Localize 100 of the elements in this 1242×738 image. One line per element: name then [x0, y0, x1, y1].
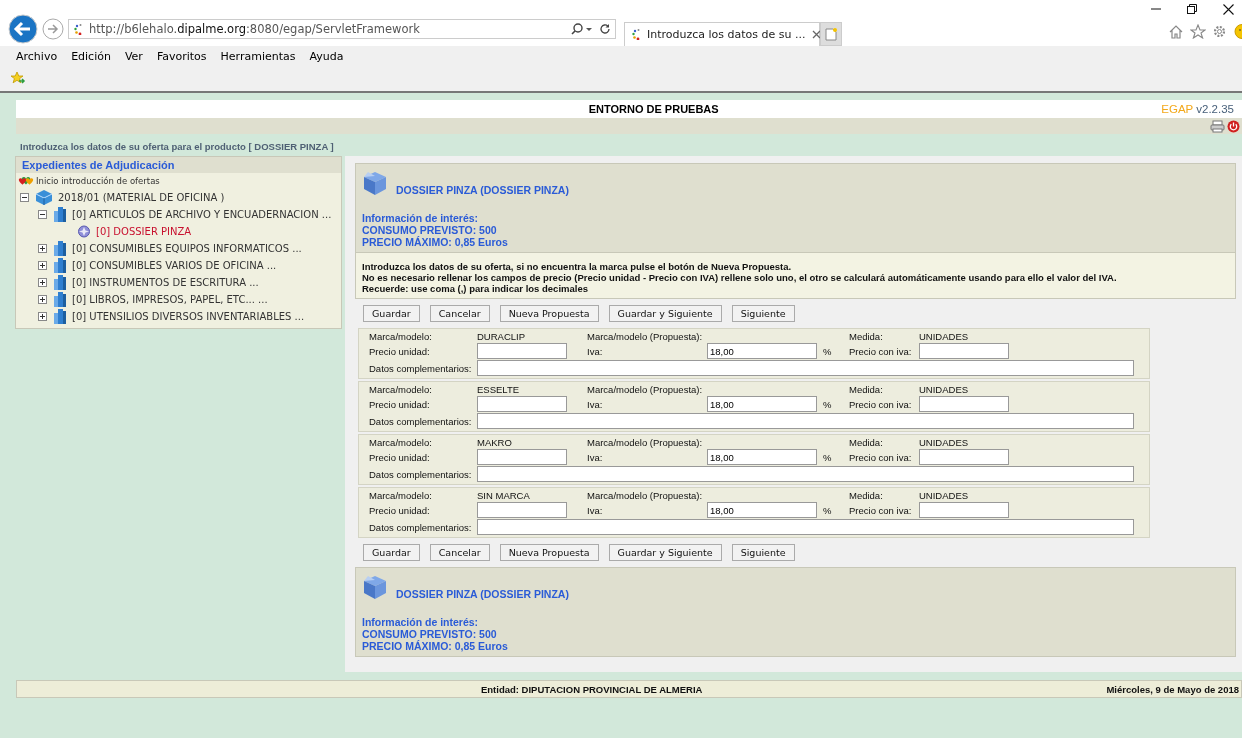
sidebar-title: Expedientes de Adjudicación — [16, 157, 341, 173]
form-button[interactable]: Siguiente — [731, 544, 795, 561]
tree-item[interactable]: [0] UTENSILIOS DIVERSOS INVENTARIABLES ... — [72, 311, 305, 322]
toggle-icon[interactable] — [38, 295, 47, 304]
tree-item[interactable]: 2018/01 (MATERIAL DE OFICINA ) — [58, 192, 225, 203]
additional-data-field[interactable] — [477, 413, 1134, 429]
menu-item[interactable]: Archivo — [16, 50, 58, 64]
browser-tab[interactable]: Introduzca los datos de su ... — [624, 21, 820, 46]
entity-label: Entidad: DIPUTACION PROVINCIAL DE ALMERIA — [479, 683, 704, 695]
favorites-star-icon[interactable] — [10, 71, 26, 86]
page-title: Introduzca los datos de su oferta para el producto [ DOSSIER PINZA ] — [19, 140, 335, 154]
additional-data-field[interactable] — [477, 360, 1134, 376]
form-button[interactable]: Guardar y Siguiente — [608, 544, 722, 561]
binder-icon — [53, 274, 67, 291]
info-line: CONSUMO PREVISTO: 500 — [362, 628, 498, 640]
field-label: Precio unidad: — [369, 504, 431, 516]
info-line: Información de interés: — [362, 212, 480, 224]
back-icon[interactable] — [8, 13, 38, 44]
form-button[interactable]: Siguiente — [731, 305, 795, 322]
field-label: Iva: — [587, 345, 604, 357]
settings-icon[interactable] — [1212, 24, 1227, 39]
start-link[interactable]: Inicio introducción de ofertas — [36, 176, 160, 186]
field-label: Precio con iva: — [849, 345, 913, 357]
field-label: Medida: — [849, 437, 884, 448]
toggle-icon[interactable] — [38, 210, 47, 219]
form-button[interactable]: Guardar — [363, 305, 420, 322]
price-with-iva-field[interactable] — [919, 449, 1009, 465]
unit-price-field[interactable] — [477, 396, 567, 412]
smiley-icon[interactable] — [1233, 24, 1242, 39]
menu-item[interactable]: Ayuda — [309, 50, 344, 64]
measure-value: UNIDADES — [919, 490, 970, 501]
tree-item[interactable]: [0] LIBROS, IMPRESOS, PAPEL, ETC... ... — [72, 294, 268, 305]
toggle-icon[interactable] — [38, 312, 47, 321]
unit-price-field[interactable] — [477, 343, 567, 359]
star-icon[interactable] — [1190, 24, 1206, 39]
form-button[interactable]: Nueva Propuesta — [499, 305, 599, 322]
refresh-icon[interactable] — [599, 22, 611, 35]
toggle-icon[interactable] — [38, 244, 47, 253]
percent-sign: % — [822, 398, 833, 410]
instruction-text: No es necesario rellenar los campos de precio (Precio unidad - Precio con IVA) rellene solo uno, el otro se calculará automáticamente usando para ello el valor del IVA. — [362, 272, 1118, 283]
field-label: Marca/modelo (Propuesta): — [587, 384, 704, 395]
form-button[interactable]: Cancelar — [429, 544, 490, 561]
toggle-icon[interactable] — [38, 278, 47, 287]
tree-item[interactable]: [0] DOSSIER PINZA — [96, 226, 192, 237]
form-button[interactable]: Cancelar — [429, 305, 490, 322]
field-label: Marca/modelo (Propuesta): — [587, 490, 704, 501]
menu-item[interactable]: Ver — [124, 50, 143, 64]
price-with-iva-field[interactable] — [919, 396, 1009, 412]
hearts-icon[interactable] — [18, 175, 34, 187]
measure-value: UNIDADES — [919, 437, 970, 448]
tree-item[interactable]: [0] INSTRUMENTOS DE ESCRITURA ... — [72, 277, 259, 288]
home-icon[interactable] — [1168, 24, 1184, 39]
iva-field[interactable]: 18,00 — [707, 449, 817, 465]
brand-value: SIN MARCA — [477, 490, 531, 501]
measure-value: UNIDADES — [919, 384, 970, 395]
form-button[interactable]: Guardar y Siguiente — [608, 305, 722, 322]
additional-data-field[interactable] — [477, 466, 1134, 482]
additional-data-field[interactable] — [477, 519, 1134, 535]
printer-icon[interactable] — [1210, 119, 1225, 133]
restore-icon[interactable] — [1187, 4, 1197, 14]
info-line: PRECIO MÁXIMO: 0,85 Euros — [362, 640, 509, 652]
close-icon[interactable] — [1223, 4, 1234, 15]
price-with-iva-field[interactable] — [919, 343, 1009, 359]
field-label: Marca/modelo (Propuesta): — [587, 437, 704, 448]
loading-icon — [73, 22, 83, 35]
iva-field[interactable]: 18,00 — [707, 396, 817, 412]
form-button[interactable]: Nueva Propuesta — [499, 544, 599, 561]
field-label: Datos complementarios: — [369, 415, 473, 427]
unit-price-field[interactable] — [477, 502, 567, 518]
percent-sign: % — [822, 451, 833, 463]
binder-icon — [53, 206, 67, 223]
form-button[interactable]: Guardar — [363, 544, 420, 561]
forward-icon[interactable] — [42, 17, 64, 40]
unit-price-field[interactable] — [477, 449, 567, 465]
tree-item[interactable]: [0] CONSUMIBLES VARIOS DE OFICINA ... — [72, 260, 277, 271]
binder-icon — [53, 240, 67, 257]
menu-item[interactable]: Edición — [71, 50, 111, 64]
field-label: Precio unidad: — [369, 398, 431, 410]
power-icon[interactable] — [1227, 119, 1240, 133]
iva-field[interactable]: 18,00 — [707, 502, 817, 518]
field-label: Iva: — [587, 504, 604, 516]
toggle-icon[interactable] — [20, 193, 29, 202]
iva-field[interactable]: 18,00 — [707, 343, 817, 359]
price-with-iva-field[interactable] — [919, 502, 1009, 518]
field-label: Datos complementarios: — [369, 521, 473, 533]
menu-item[interactable]: Favoritos — [156, 50, 207, 64]
toggle-icon[interactable] — [38, 261, 47, 270]
box-icon — [362, 574, 388, 602]
search-icon[interactable] — [571, 22, 593, 35]
menu-item[interactable]: Herramientas — [220, 50, 296, 64]
tree-item[interactable]: [0] ARTICULOS DE ARCHIVO Y ENCUADERNACION ... — [72, 209, 332, 220]
field-label: Marca/modelo: — [369, 490, 433, 501]
version-label: EGAP v2.2.35 — [1161, 103, 1235, 115]
field-label: Precio con iva: — [849, 451, 913, 463]
field-label: Marca/modelo: — [369, 384, 433, 395]
product-title: DOSSIER PINZA (DOSSIER PINZA) — [396, 588, 569, 602]
field-label: Iva: — [587, 398, 604, 410]
tree-item[interactable]: [0] CONSUMIBLES EQUIPOS INFORMATICOS ... — [72, 243, 302, 254]
field-label: Medida: — [849, 384, 884, 395]
address-bar[interactable]: http://b6lehalo.dipalme.org:8080/egap/ServletFramework — [68, 18, 616, 39]
